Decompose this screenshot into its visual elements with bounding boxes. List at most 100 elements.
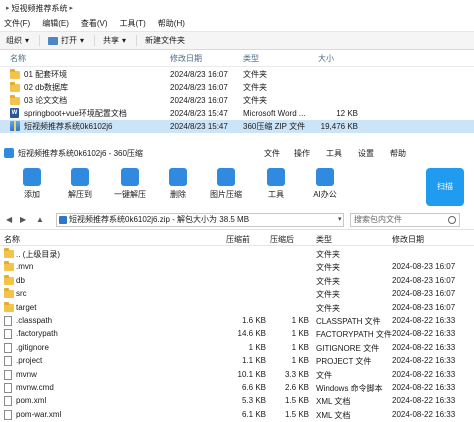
new-folder-label: 新建文件夹 bbox=[145, 36, 186, 45]
explorer-toolbar: 组织 ▾ 打开 ▾ 共享 ▾ 新建文件夹 bbox=[0, 32, 474, 50]
explorer-row[interactable]: 01 配套环境 2024/8/23 16:07 文件夹 bbox=[0, 68, 474, 81]
zrow-name: .gitignore bbox=[16, 342, 49, 352]
column-size[interactable]: 大小 bbox=[318, 53, 334, 64]
zip-row[interactable]: .. (上级目录) 文件夹 bbox=[0, 247, 474, 260]
folder-icon bbox=[4, 301, 14, 312]
zip-menu-action[interactable]: 操作 bbox=[294, 148, 310, 159]
zip-menu-file[interactable]: 文件 bbox=[264, 148, 280, 159]
zrow-original: 2.6 KB bbox=[284, 383, 309, 392]
path-dropdown-icon[interactable]: ▾ bbox=[338, 215, 342, 223]
zip-row[interactable]: pom-war.xml 6.1 KB 1.5 KB XML 文档 2024-08-22 … bbox=[0, 408, 474, 421]
zrow-modified: 2024-08-22 16:33 bbox=[392, 316, 456, 325]
row-modified: 2024/8/23 16:07 bbox=[170, 70, 228, 79]
path-field[interactable]: 短视频推荐系统0k6102j6.zip - 解包大小为 38.5 MB bbox=[56, 213, 344, 227]
share-button[interactable]: 共享 ▾ bbox=[94, 35, 136, 46]
column-modified[interactable]: 修改日期 bbox=[170, 53, 202, 64]
zip-row[interactable]: .factorypath 14.6 KB 1 KB FACTORYPATH 文件 202… bbox=[0, 327, 474, 340]
menu-view[interactable]: 查看(V) bbox=[81, 18, 108, 29]
menu-edit[interactable]: 编辑(E) bbox=[42, 18, 69, 29]
ai-office-label: AI办公 bbox=[313, 190, 337, 199]
zip-menu-help[interactable]: 帮助 bbox=[390, 148, 406, 159]
zrow-original: 1 KB bbox=[291, 342, 309, 352]
zrow-type: 文件夹 bbox=[316, 290, 340, 300]
zip-menu-tools[interactable]: 工具 bbox=[326, 148, 342, 159]
zcolumn-type[interactable]: 类型 bbox=[316, 234, 332, 245]
app-logo-icon bbox=[4, 148, 14, 158]
zrow-name: .factorypath bbox=[16, 329, 58, 339]
explorer-row[interactable]: 短视频推荐系统0k6102j6 2024/8/23 15:47 360压缩 ZIP … bbox=[0, 120, 474, 133]
zrow-type: Windows 命令脚本 bbox=[316, 384, 383, 393]
zip-row[interactable]: pom.xml 5.3 KB 1.5 KB XML 文档 2024-08-22 16:3… bbox=[0, 394, 474, 407]
row-modified: 2024/8/23 15:47 bbox=[170, 122, 228, 131]
zrow-type: 文件 bbox=[316, 370, 332, 380]
zip-row[interactable]: mvnw 10.1 KB 3.3 KB 文件 2024-08-22 16:33 bbox=[0, 368, 474, 381]
tools-label: 工具 bbox=[268, 190, 284, 199]
dropdown-arrow-icon: ▾ bbox=[122, 36, 127, 45]
new-folder-button[interactable]: 新建文件夹 bbox=[136, 35, 195, 46]
row-type: Microsoft Word ... bbox=[243, 109, 306, 118]
zrow-name: mvnw bbox=[16, 369, 37, 379]
folder-icon bbox=[10, 95, 20, 105]
zcolumn-name[interactable]: 名称 bbox=[4, 234, 20, 245]
zip-row[interactable]: .gitignore 1 KB 1 KB GITIGNORE 文件 2024-08-22… bbox=[0, 341, 474, 354]
zrow-name: src bbox=[16, 289, 27, 299]
breadcrumb[interactable]: ▸ 短视频推荐系统 ▸ bbox=[0, 0, 474, 16]
zip-window: 短视频推荐系统0k6102j6 - 360压缩 文件 操作 工具 设置 帮助 添… bbox=[0, 142, 474, 422]
zip-row[interactable]: .classpath 1.6 KB 1 KB CLASSPATH 文件 2024-08-… bbox=[0, 314, 474, 327]
add-icon bbox=[23, 168, 41, 186]
zip-row[interactable]: mvnw.cmd 6.6 KB 2.6 KB Windows 命令脚本 2024-08-… bbox=[0, 381, 474, 394]
word-icon: W bbox=[10, 108, 19, 118]
zrow-type: FACTORYPATH 文件 bbox=[316, 330, 392, 340]
zip-ribbon: 添加 解压到 一键解压 删除 图片压缩 工具 AI办公 bbox=[0, 164, 474, 210]
up-folder-icon[interactable]: ▲ bbox=[36, 215, 44, 224]
row-modified: 2024/8/23 16:07 bbox=[170, 83, 228, 92]
menu-help[interactable]: 帮助(H) bbox=[158, 18, 185, 29]
menu-tools[interactable]: 工具(T) bbox=[120, 18, 146, 29]
zip-row[interactable]: .project 1.1 KB 1 KB PROJECT 文件 2024-08-22 1… bbox=[0, 354, 474, 367]
menu-bar: 文件(F) 编辑(E) 查看(V) 工具(T) 帮助(H) bbox=[0, 16, 474, 32]
column-name[interactable]: 名称 bbox=[10, 53, 26, 64]
zrow-type: GITIGNORE 文件 bbox=[316, 343, 380, 353]
row-size: 19,476 KB bbox=[320, 122, 358, 131]
open-button[interactable]: 打开 ▾ bbox=[39, 35, 94, 46]
scan-button[interactable]: 扫描 bbox=[426, 168, 464, 206]
zip-row[interactable]: src 文件夹 2024-08-23 16:07 bbox=[0, 287, 474, 300]
zip-row[interactable]: .mvn 文件夹 2024-08-23 16:07 bbox=[0, 260, 474, 273]
ai-office-button[interactable]: AI办公 bbox=[305, 168, 345, 200]
one-click-extract-label: 一键解压 bbox=[114, 190, 146, 199]
zcolumn-compressed[interactable]: 压缩前 bbox=[226, 234, 250, 245]
explorer-row[interactable]: 03 论文文档 2024/8/23 16:07 文件夹 bbox=[0, 94, 474, 107]
organize-label: 组织 bbox=[6, 36, 22, 45]
explorer-column-header: 名称 修改日期 类型 大小 bbox=[0, 51, 474, 67]
dropdown-arrow-icon: ▾ bbox=[80, 36, 85, 45]
file-icon bbox=[4, 316, 12, 326]
forward-icon[interactable]: ▶ bbox=[20, 215, 26, 224]
file-icon bbox=[4, 383, 12, 393]
zip-row[interactable]: db 文件夹 2024-08-23 16:07 bbox=[0, 274, 474, 287]
zip-menu-settings[interactable]: 设置 bbox=[358, 148, 374, 159]
zrow-compressed: 1.6 KB bbox=[241, 316, 266, 325]
extract-to-button[interactable]: 解压到 bbox=[60, 168, 100, 200]
zip-row[interactable]: target 文件夹 2024-08-23 16:07 bbox=[0, 301, 474, 314]
menu-file[interactable]: 文件(F) bbox=[4, 18, 30, 29]
tools-icon bbox=[267, 168, 285, 186]
add-button[interactable]: 添加 bbox=[12, 168, 52, 200]
search-input[interactable]: 搜索包内文件 bbox=[350, 213, 460, 227]
organize-button[interactable]: 组织 ▾ bbox=[6, 35, 39, 46]
zcolumn-original[interactable]: 压缩后 bbox=[270, 234, 294, 245]
folder-icon bbox=[4, 248, 14, 258]
row-type: 文件夹 bbox=[243, 70, 267, 79]
zcolumn-modified[interactable]: 修改日期 bbox=[392, 234, 424, 245]
explorer-row[interactable]: Wspringboot+vue环境配置文档 2024/8/23 15:47 Micr… bbox=[0, 107, 474, 120]
back-icon[interactable]: ◀ bbox=[6, 215, 12, 224]
delete-button[interactable]: 删除 bbox=[158, 168, 198, 200]
zrow-compressed: 6.1 KB bbox=[241, 409, 266, 419]
column-type[interactable]: 类型 bbox=[243, 53, 259, 64]
breadcrumb-item[interactable]: 短视频推荐系统 bbox=[12, 3, 68, 14]
zrow-compressed: 14.6 KB bbox=[237, 329, 266, 339]
chevron-right-icon: ▸ bbox=[69, 5, 74, 12]
tools-button[interactable]: 工具 bbox=[256, 168, 296, 200]
explorer-row[interactable]: 02 db数据库 2024/8/23 16:07 文件夹 bbox=[0, 81, 474, 94]
image-compress-button[interactable]: 图片压缩 bbox=[206, 168, 246, 200]
one-click-extract-button[interactable]: 一键解压 bbox=[110, 168, 150, 200]
